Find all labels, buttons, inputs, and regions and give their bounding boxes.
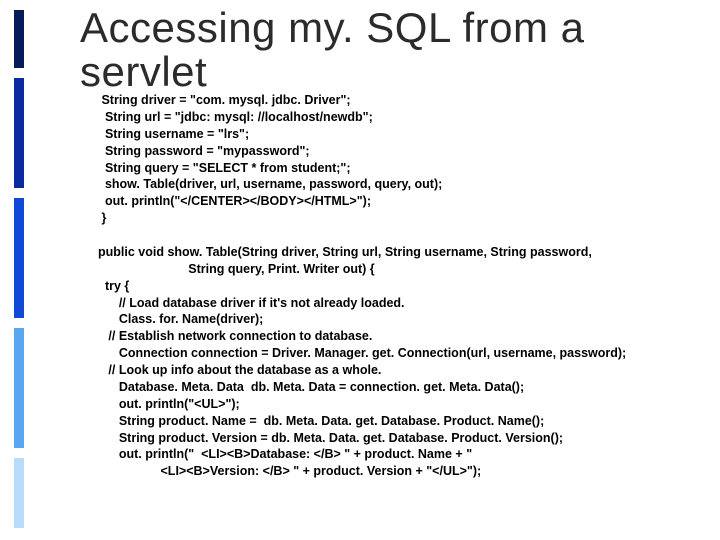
code-line: } [98,211,106,225]
code-line: String driver = "com. mysql. jdbc. Drive… [98,93,351,107]
code-block: String driver = "com. mysql. jdbc. Drive… [98,92,698,480]
code-line: String query, Print. Writer out) { [98,262,375,276]
code-line: out. println("</CENTER></BODY></HTML>"); [98,194,371,208]
code-line: try { [98,279,129,293]
code-line: String query = "SELECT * from student;"; [98,161,351,175]
code-line: String username = "lrs"; [98,127,249,141]
title-line-2: servlet [80,48,207,95]
code-line: Connection connection = Driver. Manager.… [98,346,626,360]
title-line-1: Accessing my. SQL from a [80,4,584,51]
code-line: // Establish network connection to datab… [98,329,372,343]
code-line: out. println(" <LI><B>Database: </B> " +… [98,447,472,461]
code-line: show. Table(driver, url, username, passw… [98,177,442,191]
code-line: public void show. Table(String driver, S… [98,245,592,259]
code-line: String password = "mypassword"; [98,144,310,158]
code-line: // Look up info about the database as a … [98,363,381,377]
code-line: Class. for. Name(driver); [98,312,263,326]
accent-segment [14,10,24,68]
code-line: String product. Version = db. Meta. Data… [98,431,563,445]
accent-segment [14,458,24,528]
accent-segment [14,198,24,318]
accent-segment [14,328,24,448]
code-line: String product. Name = db. Meta. Data. g… [98,414,544,428]
accent-bar [0,0,26,540]
code-line: out. println("<UL>"); [98,397,240,411]
code-line: <LI><B>Version: </B> " + product. Versio… [98,464,481,478]
code-line: Database. Meta. Data db. Meta. Data = co… [98,380,524,394]
slide-title: Accessing my. SQL from a servlet [80,6,584,94]
code-line: String url = "jdbc: mysql: //localhost/n… [98,110,373,124]
slide: Accessing my. SQL from a servlet String … [0,0,720,540]
code-line: // Load database driver if it's not alre… [98,296,405,310]
accent-segment [14,78,24,188]
